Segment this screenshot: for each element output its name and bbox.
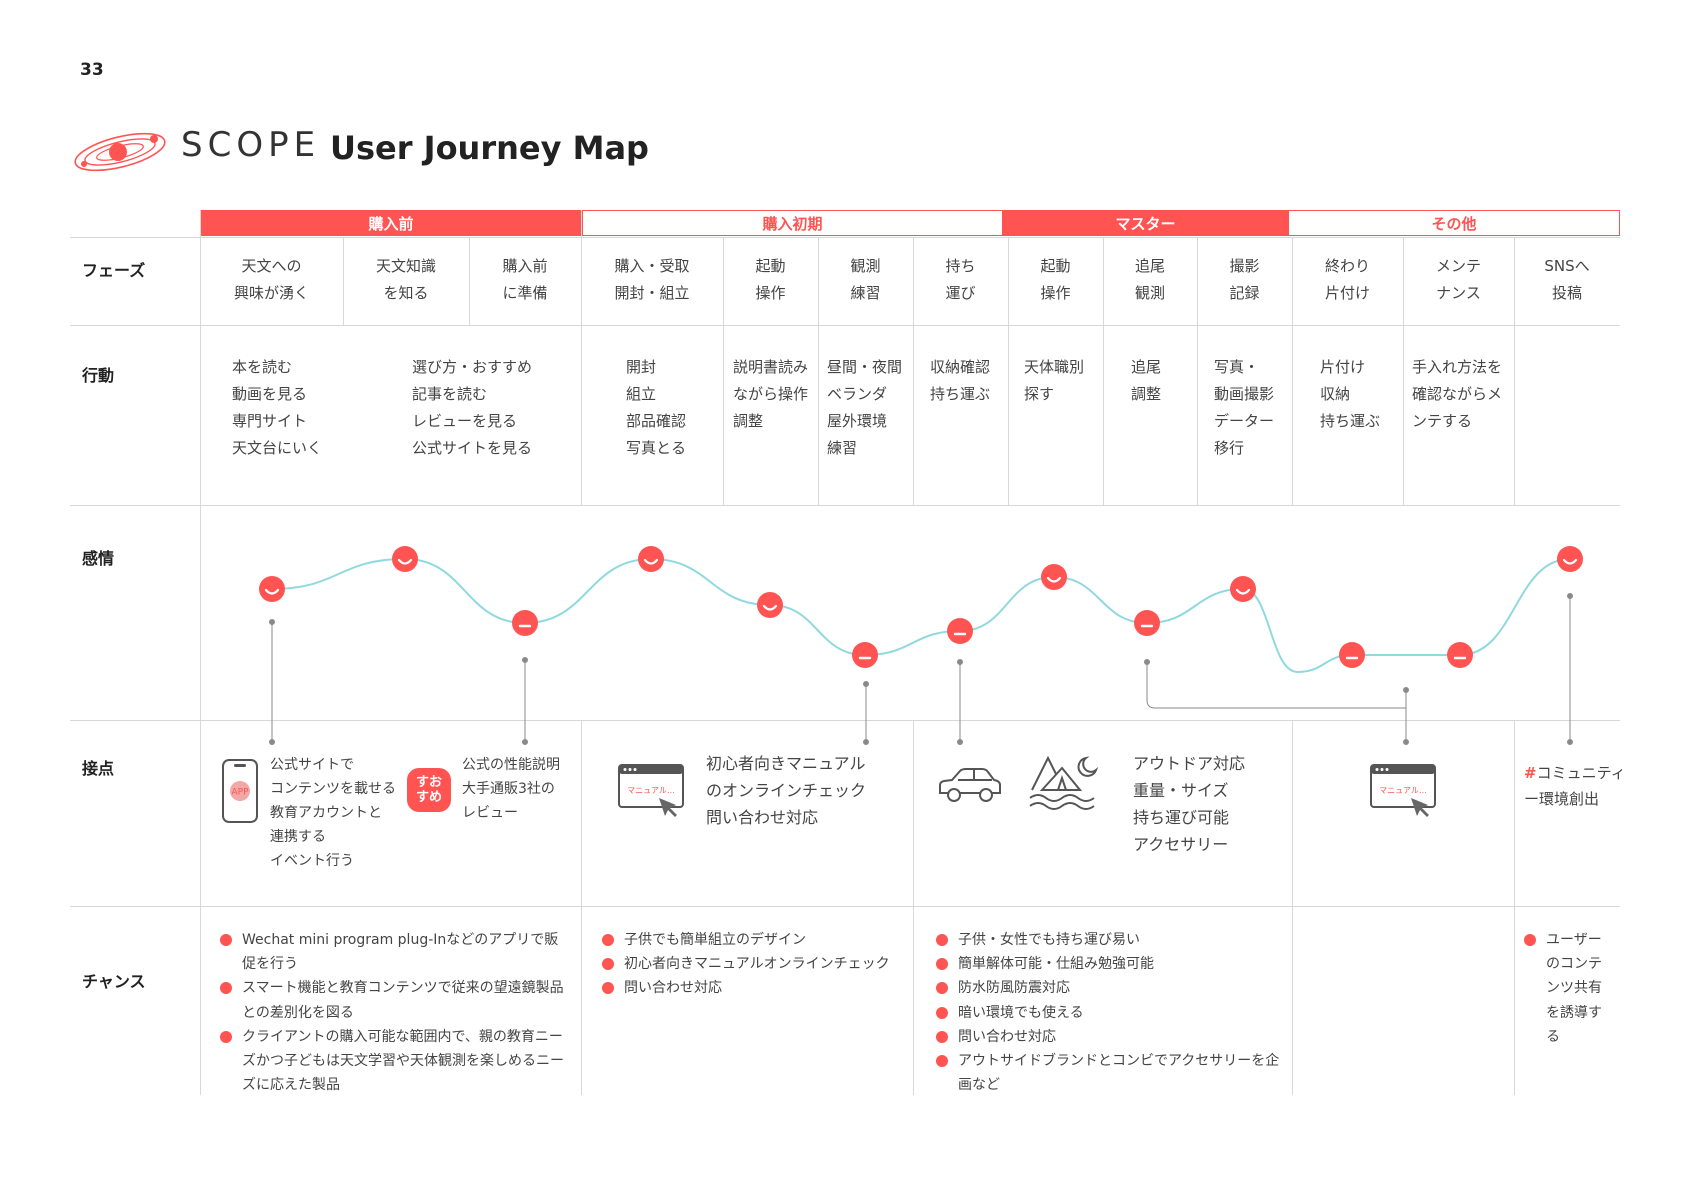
happy-face-icon <box>392 546 418 572</box>
happy-face-icon <box>259 576 285 602</box>
touchpoint-outdoor-text: アウトドア対応 重量・サイズ 持ち運び可能 アクセサリー <box>1133 754 1246 854</box>
chance-item: 子供でも簡単組立のデザイン <box>602 928 902 952</box>
manual-label: マニュアル… <box>627 786 675 795</box>
manual-browser-icon: マニュアル… <box>1370 764 1436 817</box>
touchpoint-manual-text: 初心者向きマニュアル のオンラインチェック 問い合わせ対応 <box>706 754 867 827</box>
connector-dot <box>1403 687 1409 693</box>
smartphone-icon: APP <box>222 759 258 823</box>
connector-dot <box>957 659 963 665</box>
happy-face-icon <box>638 546 664 572</box>
happy-face-icon <box>1041 564 1067 590</box>
connector-dot <box>1567 593 1573 599</box>
manual-browser-icon: マニュアル… <box>618 764 684 817</box>
chance-item: アウトサイドブランドとコンビでアクセサリーを企画など <box>936 1049 1281 1097</box>
connector-dot <box>1403 739 1409 745</box>
chance-item: Wechat mini program plug-Inなどのアプリで販促を行う <box>220 928 565 976</box>
chance-item: ユーザーのコンテンツ共有を誘導する <box>1524 928 1612 1049</box>
hash-icon: # <box>1524 764 1537 782</box>
touchpoint-app-text: 公式サイトで コンテンツを載せる 教育アカウントと 連携する イベント行う <box>270 757 396 869</box>
neutral-face-icon <box>852 642 878 668</box>
chance-item: 簡単解体可能・仕組み勉強可能 <box>936 952 1281 976</box>
connector-dot <box>957 739 963 745</box>
touchpoint-review-text: 公式の性能説明 大手通販3社の レビュー <box>462 757 560 821</box>
neutral-face-icon <box>1447 642 1473 668</box>
chance-item: 子供・女性でも持ち運び易い <box>936 928 1281 952</box>
app-icon-label: APP <box>231 788 249 798</box>
neutral-face-icon <box>512 610 538 636</box>
car-icon <box>939 768 1001 802</box>
chance-cell: 子供でも簡単組立のデザイン 初心者向きマニュアルオンラインチェック 問い合わせ対… <box>602 928 902 1001</box>
neutral-face-icon <box>1339 642 1365 668</box>
recommend-badge: すお すめ <box>407 768 451 812</box>
neutral-face-icon <box>1134 610 1160 636</box>
chance-item: 初心者向きマニュアルオンラインチェック <box>602 952 902 976</box>
connector-dot <box>1567 739 1573 745</box>
connector-dot <box>269 619 275 625</box>
connector-dot <box>522 739 528 745</box>
manual-label: マニュアル… <box>1379 786 1427 795</box>
chance-cell: ユーザーのコンテンツ共有を誘導する <box>1524 928 1612 1049</box>
chance-item: 問い合わせ対応 <box>602 976 902 1000</box>
camping-icon <box>1029 755 1099 810</box>
happy-face-icon <box>757 592 783 618</box>
chance-item: 問い合わせ対応 <box>936 1025 1281 1049</box>
happy-face-icon <box>1230 576 1256 602</box>
emotion-line <box>271 557 1571 674</box>
connector-dot <box>1144 659 1150 665</box>
chance-cell: 子供・女性でも持ち運び易い 簡単解体可能・仕組み勉強可能 防水防風防震対応 暗い… <box>936 928 1281 1097</box>
connector-dot <box>863 739 869 745</box>
touchpoint-community-text: #コミュニティ ー環境創出 <box>1524 764 1626 808</box>
chance-item: クライアントの購入可能な範囲内で、親の教育ニーズかつ子どもは天文学習や天体観測を… <box>220 1025 565 1098</box>
neutral-face-icon <box>947 618 973 644</box>
chance-item: 防水防風防震対応 <box>936 976 1281 1000</box>
connector-dot <box>863 681 869 687</box>
chance-item: 暗い環境でも使える <box>936 1001 1281 1025</box>
connector-dot <box>269 739 275 745</box>
connector-line <box>1146 662 1406 709</box>
connector-dot <box>522 657 528 663</box>
chance-cell: Wechat mini program plug-Inなどのアプリで販促を行う … <box>220 928 565 1097</box>
chance-item: スマート機能と教育コンテンツで従来の望遠鏡製品との差別化を図る <box>220 976 565 1024</box>
happy-face-icon <box>1557 546 1583 572</box>
